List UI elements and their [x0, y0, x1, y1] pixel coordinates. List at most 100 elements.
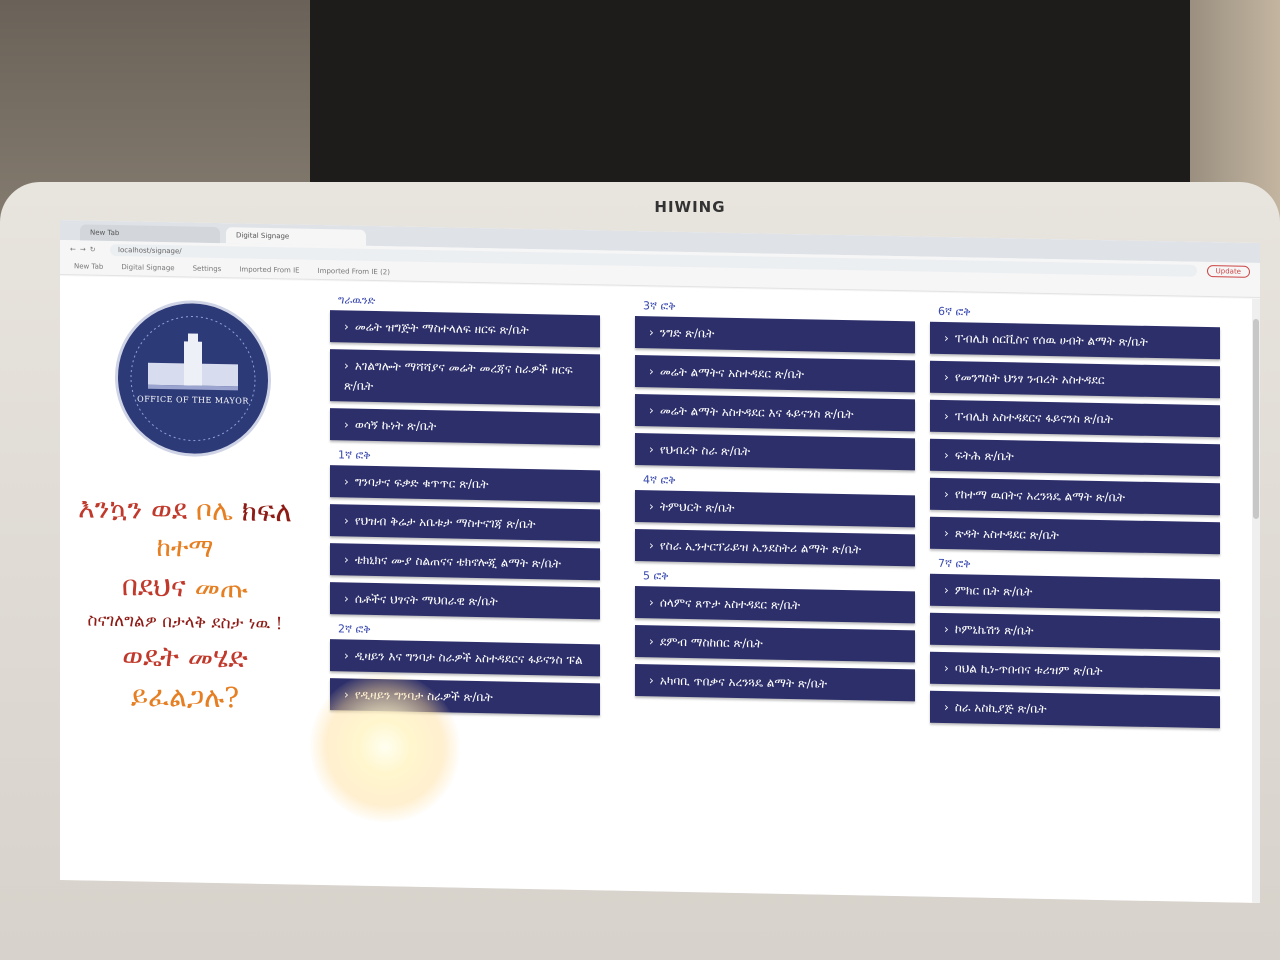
chevron-right-icon: ›: [944, 621, 949, 637]
office-button[interactable]: › የከተማ ዉበትና አረንጓዴ ልማት ጽ/ቤት: [930, 477, 1220, 516]
chevron-right-icon: ›: [649, 634, 654, 649]
office-button[interactable]: › ፍትሕ ጽ/ቤት: [930, 438, 1220, 477]
office-label: የስራ ኢንተርፕራይዝ ኢንደስትሪ ልማት ጽ/ቤት: [659, 538, 862, 557]
office-label: መሬት ልማት አስተዳደር እና ፋይናንስ ጽ/ቤት: [659, 403, 854, 422]
monitor-brand: HIWING: [654, 198, 726, 216]
office-button[interactable]: › ምክር ቤት ጽ/ቤት: [930, 573, 1220, 612]
office-label: ሴቶችና ህፃናት ማህበራዊ ጽ/ቤት: [354, 591, 498, 609]
office-button[interactable]: › ኮምኒኬሽን ጽ/ቤት: [930, 612, 1220, 651]
welcome-line2: ከተማ: [156, 532, 214, 564]
office-button[interactable]: › ጽዳት አስተዳደር ጽ/ቤት: [930, 516, 1220, 555]
office-button[interactable]: › ፐብሊክ ሰርቪስና የሰዉ ሀብት ልማት ጽ/ቤት: [930, 321, 1220, 360]
office-button[interactable]: › ትምህርት ጽ/ቤት: [635, 490, 915, 528]
directory-column-2: 3ኛ ፎቅ › ንግድ ጽ/ቤት › መሬት ልማትና አስተዳደር ጽ/ቤት › መ…: [635, 291, 915, 708]
office-button[interactable]: › ሴቶችና ህፃናት ማህበራዊ ጽ/ቤት: [330, 582, 600, 620]
bookmark-item[interactable]: Imported From IE: [239, 265, 299, 274]
chevron-right-icon: ›: [649, 673, 654, 688]
floor-title: 5 ፎቅ: [643, 569, 669, 583]
office-button[interactable]: › ሰላምና ጸጥታ አስተዳደር ጽ/ቤት: [635, 586, 915, 624]
office-label: ኮምኒኬሽን ጽ/ቤት: [954, 622, 1034, 638]
kiosk-screen: New Tab Digital Signage ←→↻ localhost/si…: [60, 220, 1260, 904]
welcome-line5: ወዴት መሄድ: [122, 639, 248, 675]
office-label: ጽዳት አስተዳደር ጽ/ቤት: [954, 526, 1059, 543]
bookmark-item[interactable]: Digital Signage: [121, 263, 174, 272]
office-button[interactable]: › ወሳኝ ኩነት ጽ/ቤት: [330, 408, 600, 446]
chevron-right-icon: ›: [649, 325, 654, 340]
browser-tab[interactable]: Digital Signage: [226, 227, 366, 246]
floor-title: 4ኛ ፎቅ: [643, 473, 676, 487]
office-button[interactable]: › የስራ ኢንተርፕራይዝ ኢንደስትሪ ልማት ጽ/ቤት: [635, 529, 915, 567]
welcome-line1a: እንኳን ወደ: [78, 491, 197, 527]
office-label: የመንግስት ህንፃ ንብረት አስተዳደር: [954, 370, 1105, 388]
scrollbar-thumb[interactable]: [1253, 318, 1259, 520]
office-button[interactable]: › የህብረት ስራ ጽ/ቤት: [635, 433, 915, 471]
page-scrollbar[interactable]: [1252, 298, 1260, 904]
chevron-right-icon: ›: [649, 403, 654, 418]
office-label: ምክር ቤት ጽ/ቤት: [954, 583, 1033, 599]
nav-arrows-icon[interactable]: ←→↻: [70, 245, 110, 254]
office-button[interactable]: › አገልግሎት ማሻሻያና መሬት መረጃና ስራዎች ዘርፍ ጽ/ቤት: [330, 349, 600, 407]
bookmark-item[interactable]: Imported From IE (2): [318, 267, 390, 276]
office-button[interactable]: › የመንግስት ህንፃ ንብረት አስተዳደር: [930, 360, 1220, 399]
office-label: ንግድ ጽ/ቤት: [659, 325, 715, 341]
office-button[interactable]: › ፐብሊክ አስተዳደርና ፋይናንስ ጽ/ቤት: [930, 399, 1220, 438]
office-button[interactable]: › ደምብ ማስከበር ጽ/ቤት: [635, 625, 915, 663]
welcome-line3b: መጡ: [194, 570, 249, 605]
directory-column-3: 6ኛ ፎቅ › ፐብሊክ ሰርቪስና የሰዉ ሀብት ልማት ጽ/ቤት › የመንግ…: [930, 297, 1220, 736]
update-button[interactable]: Update: [1206, 265, 1250, 278]
office-label: ዲዛይን እና ግንባታ ስራዎች አስተዳደርና ፋይናንስ ፑል: [354, 648, 583, 668]
office-button[interactable]: › ንግድ ጽ/ቤት: [635, 316, 915, 354]
welcome-message: እንኳን ወደ ቦሌ ክፍለ ከተማ በደህና መጡ ስናገለግልዎ በታላቅ …: [60, 491, 310, 717]
directory-column-1: ግራዉንድ › መሬት ዝግጅት ማስተላለፍ ዘርፍ ጽ/ቤት › አገልግሎት …: [330, 285, 600, 722]
office-label: ትምህርት ጽ/ቤት: [659, 499, 735, 515]
floor-title: 1ኛ ፎቅ: [338, 448, 371, 462]
floor-title: 3ኛ ፎቅ: [643, 299, 676, 313]
office-button[interactable]: › የህዝብ ቅሬታ አቤቱታ ማስተናገጃ ጽ/ቤት: [330, 504, 600, 542]
office-label: ቴክኒክና ሙያ ስልጠናና ቴክኖሎጂ ልማት ጽ/ቤት: [354, 552, 562, 571]
office-label: ፐብሊክ ሰርቪስና የሰዉ ሀብት ልማት ጽ/ቤት: [954, 331, 1148, 349]
office-button[interactable]: › ግንባታና ፍቃድ ቁጥጥር ጽ/ቤት: [330, 465, 600, 503]
office-label: ወሳኝ ኩነት ጽ/ቤት: [354, 417, 437, 434]
chevron-right-icon: ›: [944, 486, 949, 502]
office-label: ሰላምና ጸጥታ አስተዳደር ጽ/ቤት: [659, 595, 801, 613]
office-label: ባህል ኪነ-ጥበብና ቱሪዝም ጽ/ቤት: [954, 661, 1103, 679]
chevron-right-icon: ›: [649, 538, 654, 553]
office-label: ስራ አስኪያጅ ጽ/ቤት: [954, 700, 1047, 716]
welcome-line4: ስናገለግልዎ በታላቅ ደስታ ነዉ !: [87, 610, 283, 635]
chevron-right-icon: ›: [944, 660, 949, 676]
office-label: አገልግሎት ማሻሻያና መሬት መረጃና ስራዎች ዘርፍ ጽ/ቤት: [344, 358, 573, 394]
browser-tab-title: New Tab: [90, 228, 120, 238]
office-button[interactable]: › ቴክኒክና ሙያ ስልጠናና ቴክኖሎጂ ልማት ጽ/ቤት: [330, 543, 600, 581]
office-button[interactable]: › አካባቢ ጥበቃና አረንጓዴ ልማት ጽ/ቤት: [635, 664, 915, 702]
chevron-right-icon: ›: [944, 582, 949, 598]
welcome-line1c: ክፍለ: [241, 494, 292, 529]
chevron-right-icon: ›: [649, 442, 654, 457]
chevron-right-icon: ›: [944, 330, 949, 346]
browser-tab-title: Digital Signage: [236, 231, 290, 241]
office-button[interactable]: › ዲዛይን እና ግንባታ ስራዎች አስተዳደርና ፋይናንስ ፑል: [330, 639, 600, 677]
chevron-right-icon: ›: [649, 595, 654, 610]
office-label: ግንባታና ፍቃድ ቁጥጥር ጽ/ቤት: [354, 474, 489, 492]
office-label: የህብረት ስራ ጽ/ቤት: [659, 442, 751, 459]
office-button[interactable]: › መሬት ዝግጅት ማስተላለፍ ዘርፍ ጽ/ቤት: [330, 310, 600, 348]
welcome-line3a: በደህና: [121, 569, 195, 604]
bookmark-item[interactable]: Settings: [193, 265, 222, 274]
office-label: የከተማ ዉበትና አረንጓዴ ልማት ጽ/ቤት: [954, 487, 1125, 505]
chevron-right-icon: ›: [344, 591, 349, 606]
chevron-right-icon: ›: [944, 525, 949, 541]
bookmark-item[interactable]: New Tab: [74, 262, 103, 271]
light-glare: [310, 670, 460, 824]
office-logo: OFFICE OF THE MAYOR: [115, 299, 271, 459]
office-button[interactable]: › ባህል ኪነ-ጥበብና ቱሪዝም ጽ/ቤት: [930, 651, 1220, 690]
chevron-right-icon: ›: [344, 417, 349, 432]
building-emblem-icon: [130, 316, 256, 442]
browser-tab[interactable]: New Tab: [80, 224, 220, 244]
office-label: የህዝብ ቅሬታ አቤቱታ ማስተናገጃ ጽ/ቤት: [354, 513, 536, 532]
office-button[interactable]: › ስራ አስኪያጅ ጽ/ቤት: [930, 690, 1220, 729]
welcome-line1b: ቦሌ: [196, 493, 242, 528]
office-button[interactable]: › መሬት ልማት አስተዳደር እና ፋይናንስ ጽ/ቤት: [635, 394, 915, 432]
welcome-line6: ይፈልጋሉ?: [130, 679, 240, 715]
chevron-right-icon: ›: [649, 499, 654, 514]
office-button[interactable]: › መሬት ልማትና አስተዳደር ጽ/ቤት: [635, 355, 915, 393]
chevron-right-icon: ›: [649, 364, 654, 379]
